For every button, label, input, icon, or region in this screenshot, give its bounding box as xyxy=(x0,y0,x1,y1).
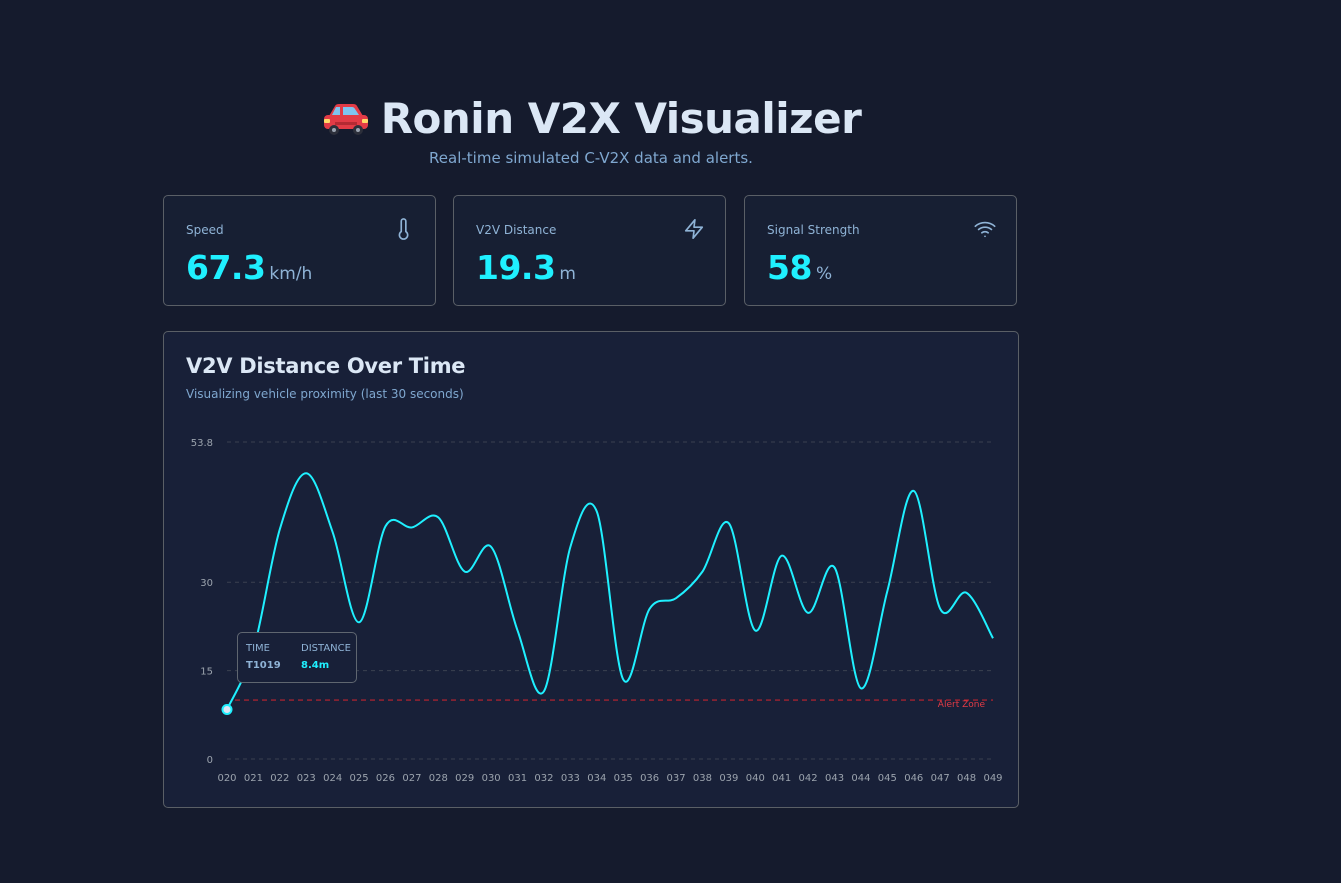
x-tick-label: 036 xyxy=(640,773,659,784)
tooltip-distance-value: 8.4m xyxy=(301,660,330,671)
x-tick-label: 041 xyxy=(772,773,791,784)
speed-value: 67.3 km/h xyxy=(186,248,313,287)
x-tick-label: 026 xyxy=(376,773,395,784)
x-tick-label: 044 xyxy=(851,773,870,784)
v2v-distance-value: 19.3 m xyxy=(476,248,576,287)
distance-line-chart[interactable]: 0 15 30 53.8 020 021 022 023 024 025 026 027 028 029… xyxy=(164,332,1018,807)
x-tick-label: 028 xyxy=(429,773,448,784)
wifi-icon xyxy=(974,218,996,240)
x-tick-label: 037 xyxy=(666,773,685,784)
page-title: Ronin V2X Visualizer xyxy=(380,93,862,143)
x-tick-label: 040 xyxy=(746,773,765,784)
thermometer-icon xyxy=(393,218,415,240)
page-subtitle: Real-time simulated C-V2X data and alert… xyxy=(429,149,753,167)
x-tick-label: 047 xyxy=(931,773,950,784)
x-axis-ticks: 020 021 022 023 024 025 026 027 028 029 030 031 032 0… xyxy=(217,773,1002,784)
x-tick-label: 039 xyxy=(719,773,738,784)
distance-chart-card: V2V Distance Over Time Visualizing vehic… xyxy=(163,331,1019,808)
v2v-distance-unit: m xyxy=(559,264,576,284)
v2v-distance-card: V2V Distance 19.3 m xyxy=(453,195,726,306)
v2v-distance-label: V2V Distance xyxy=(476,223,557,237)
y-tick-label: 0 xyxy=(207,755,213,766)
tooltip-time-value: T1019 xyxy=(246,660,281,671)
x-tick-label: 022 xyxy=(270,773,289,784)
page-header: Ronin V2X Visualizer Real-time simulated… xyxy=(163,88,1019,167)
highlight-point xyxy=(221,704,233,716)
x-tick-label: 038 xyxy=(693,773,712,784)
x-tick-label: 023 xyxy=(297,773,316,784)
speed-label: Speed xyxy=(186,223,224,237)
lightning-icon xyxy=(683,218,705,240)
x-tick-label: 034 xyxy=(587,773,606,784)
tooltip-distance-header: DISTANCE xyxy=(301,643,351,654)
title-row: Ronin V2X Visualizer xyxy=(163,88,1019,148)
x-tick-label: 024 xyxy=(323,773,342,784)
x-tick-label: 035 xyxy=(614,773,633,784)
alert-zone-label: Alert Zone xyxy=(938,700,986,710)
metric-cards: Speed 67.3 km/h V2V Distance 19.3 m Signal… xyxy=(163,195,1019,308)
tooltip-time-col: TIME T1019 xyxy=(246,643,281,671)
x-tick-label: 031 xyxy=(508,773,527,784)
tooltip-distance-col: DISTANCE 8.4m xyxy=(301,643,351,671)
x-tick-label: 048 xyxy=(957,773,976,784)
y-axis-ticks: 0 15 30 53.8 xyxy=(191,438,213,766)
x-tick-label: 042 xyxy=(799,773,818,784)
x-tick-label: 033 xyxy=(561,773,580,784)
x-tick-label: 027 xyxy=(402,773,421,784)
x-tick-label: 030 xyxy=(482,773,501,784)
x-tick-label: 049 xyxy=(983,773,1002,784)
x-tick-label: 045 xyxy=(878,773,897,784)
x-tick-label: 043 xyxy=(825,773,844,784)
x-tick-label: 029 xyxy=(455,773,474,784)
x-tick-label: 046 xyxy=(904,773,923,784)
signal-strength-unit: % xyxy=(815,264,833,284)
y-tick-label: 53.8 xyxy=(191,438,213,449)
car-icon xyxy=(321,98,371,138)
x-tick-label: 021 xyxy=(244,773,263,784)
tooltip-time-header: TIME xyxy=(246,643,271,654)
signal-strength-card: Signal Strength 58% xyxy=(744,195,1017,306)
x-tick-label: 032 xyxy=(534,773,553,784)
x-tick-label: 025 xyxy=(350,773,369,784)
y-tick-label: 15 xyxy=(200,667,213,678)
y-tick-label: 30 xyxy=(200,578,213,589)
x-tick-label: 020 xyxy=(217,773,236,784)
chart-tooltip: TIME T1019 DISTANCE 8.4m xyxy=(237,632,357,683)
signal-strength-label: Signal Strength xyxy=(767,223,860,237)
speed-unit: km/h xyxy=(269,264,313,284)
data-points xyxy=(221,704,233,716)
signal-strength-value: 58% xyxy=(767,248,833,287)
speed-card: Speed 67.3 km/h xyxy=(163,195,436,306)
